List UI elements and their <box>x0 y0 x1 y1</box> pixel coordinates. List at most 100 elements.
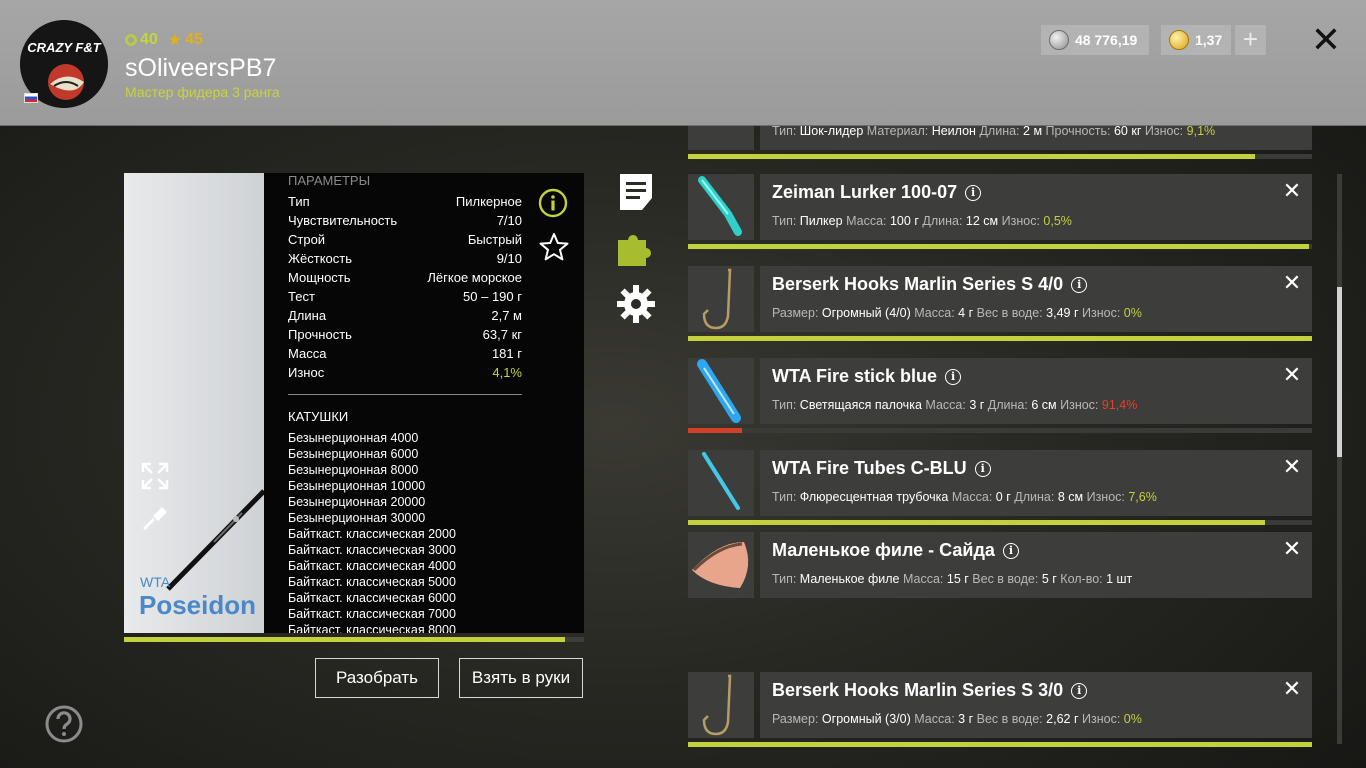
star-icon[interactable] <box>538 231 570 263</box>
prop-key: Кол-во: <box>1060 572 1103 586</box>
prop-value: 0,5% <box>1043 214 1072 228</box>
prop-value: 15 г <box>946 572 969 586</box>
param-value: Лёгкое морское <box>427 270 522 285</box>
params-panel: ПАРАМЕТРЫ Тип Пилкерное Чувствительность 7/… <box>264 173 584 633</box>
prop-value: Огромный (4/0) <box>821 306 911 320</box>
slot-durability-bar <box>688 336 1312 341</box>
info-icon[interactable]: i <box>945 368 962 385</box>
prop-value: 6 см <box>1031 398 1057 412</box>
prop-value: Флюресцентная трубочка <box>799 490 949 504</box>
reel-item: Байткаст. классическая 5000 <box>288 575 456 589</box>
prop-key: Размер: <box>772 306 819 320</box>
param-label: Жёсткость <box>288 251 352 266</box>
gold-coin-icon <box>1169 30 1189 50</box>
slot-properties: Тип: Маленькое филе Масса: 15 г Вес в во… <box>772 572 1132 586</box>
slot-card[interactable]: Zeiman Lurker 100-07 i ✕ Тип: Пилкер Масса:… <box>760 174 1312 240</box>
reel-item: Безынерционная 10000 <box>288 479 426 493</box>
remove-slot-button[interactable]: ✕ <box>1280 538 1304 562</box>
remove-slot-button[interactable]: ✕ <box>1280 678 1304 702</box>
slot-thumbnail[interactable] <box>688 672 754 738</box>
prop-key: Тип: <box>772 398 797 412</box>
gold-value: 1,37 <box>1195 32 1223 48</box>
reels-heading: КАТУШКИ <box>288 409 349 424</box>
prop-key: Износ: <box>1082 306 1121 320</box>
slot-card[interactable]: WTA Fire stick blue i ✕ Тип: Светящаяся пал… <box>760 358 1312 424</box>
slot-thumbnail[interactable] <box>688 126 754 150</box>
slot-thumbnail[interactable] <box>688 358 754 424</box>
slot-card[interactable]: Маленькое филе - Сайда i ✕ Тип: Маленькое ф… <box>760 532 1312 598</box>
reel-item: Безынерционная 20000 <box>288 495 426 509</box>
equipment-list: Тип: Шок-лидер Материал: Неилон Длина: 2… <box>688 126 1338 768</box>
slot-thumbnail[interactable] <box>688 532 754 598</box>
level-icon <box>125 34 137 46</box>
reel-item: Безынерционная 8000 <box>288 463 419 477</box>
prop-key: Прочность: <box>1045 126 1111 138</box>
screwdriver-icon[interactable] <box>140 503 170 533</box>
slot-durability-fill <box>688 742 1312 747</box>
prop-value: 0% <box>1123 712 1142 726</box>
info-icon[interactable]: i <box>1002 542 1019 559</box>
disassemble-button[interactable]: Разобрать <box>315 658 439 698</box>
document-icon[interactable] <box>616 172 656 212</box>
info-icon[interactable] <box>538 188 568 218</box>
info-icon[interactable]: i <box>1071 682 1088 699</box>
expand-icon[interactable] <box>140 461 170 491</box>
remove-slot-button[interactable]: ✕ <box>1280 180 1304 204</box>
slot-card[interactable]: Berserk Hooks Marlin Series S 3/0 i ✕ Разме… <box>760 672 1312 738</box>
prop-value: 7,6% <box>1128 490 1157 504</box>
param-value: 4,1% <box>492 365 522 380</box>
slot-title: WTA Fire Tubes C-BLU i <box>772 458 991 479</box>
params-heading: ПАРАМЕТРЫ <box>288 173 371 188</box>
level-value: 40 <box>140 31 158 48</box>
reel-item: Байткаст. классическая 6000 <box>288 591 456 605</box>
add-currency-button[interactable]: + <box>1235 25 1266 55</box>
prop-value: 0% <box>1123 306 1142 320</box>
reel-item: Байткаст. классическая 4000 <box>288 559 456 573</box>
equip-button[interactable]: Взять в руки <box>459 658 583 698</box>
gear-icon[interactable] <box>616 284 656 324</box>
prop-value: 3,49 г <box>1046 306 1079 320</box>
slot-name: Berserk Hooks Marlin Series S 4/0 <box>772 274 1064 294</box>
slot-name: Berserk Hooks Marlin Series S 3/0 <box>772 680 1064 700</box>
silver-value: 48 776,19 <box>1075 32 1138 48</box>
reel-item: Безынерционная 6000 <box>288 447 419 461</box>
close-button[interactable]: ✕ <box>1309 22 1343 58</box>
silver-coin-icon <box>1049 30 1069 50</box>
slot-card[interactable]: Тип: Шок-лидер Материал: Неилон Длина: 2… <box>760 126 1312 150</box>
param-label: Мощность <box>288 270 351 285</box>
list-scroll-thumb[interactable] <box>1337 287 1342 457</box>
prop-key: Износ: <box>1060 398 1099 412</box>
prop-key: Тип: <box>772 490 797 504</box>
prop-value: Неилон <box>931 126 976 138</box>
slot-thumbnail[interactable] <box>688 266 754 332</box>
puzzle-icon[interactable] <box>616 228 656 268</box>
slot-durability-bar <box>688 428 1312 433</box>
param-label: Прочность <box>288 327 352 342</box>
info-icon[interactable]: i <box>974 460 991 477</box>
prop-key: Тип: <box>772 214 797 228</box>
stars-value: 45 <box>185 31 203 48</box>
prop-key: Вес в воде: <box>976 712 1043 726</box>
slot-card[interactable]: Berserk Hooks Marlin Series S 4/0 i ✕ Разме… <box>760 266 1312 332</box>
remove-slot-button[interactable]: ✕ <box>1280 456 1304 480</box>
info-icon[interactable]: i <box>1071 276 1088 293</box>
param-label: Чувствительность <box>288 213 398 228</box>
param-row: Тип Пилкерное <box>288 194 522 209</box>
list-scrollbar[interactable] <box>1337 174 1342 744</box>
slot-card[interactable]: WTA Fire Tubes C-BLU i ✕ Тип: Флюресцентная… <box>760 450 1312 516</box>
remove-slot-button[interactable]: ✕ <box>1280 364 1304 388</box>
prop-key: Масса: <box>951 490 993 504</box>
slot-durability-fill <box>688 154 1256 159</box>
slot-thumbnail[interactable] <box>688 174 754 240</box>
prop-key: Размер: <box>772 712 819 726</box>
reel-item: Байткаст. классическая 8000 <box>288 623 456 633</box>
slot-durability-bar <box>688 520 1312 525</box>
item-preview <box>124 173 264 633</box>
prop-key: Масса: <box>846 214 887 228</box>
remove-slot-button[interactable]: ✕ <box>1280 272 1304 296</box>
info-icon[interactable]: i <box>965 184 982 201</box>
slot-thumbnail[interactable] <box>688 450 754 516</box>
help-icon[interactable] <box>44 704 84 744</box>
profile-header: CRAZY F&T 40 ★ 45 sOliveersPB7 Мастер фи… <box>0 0 1366 126</box>
prop-key: Масса: <box>914 712 955 726</box>
